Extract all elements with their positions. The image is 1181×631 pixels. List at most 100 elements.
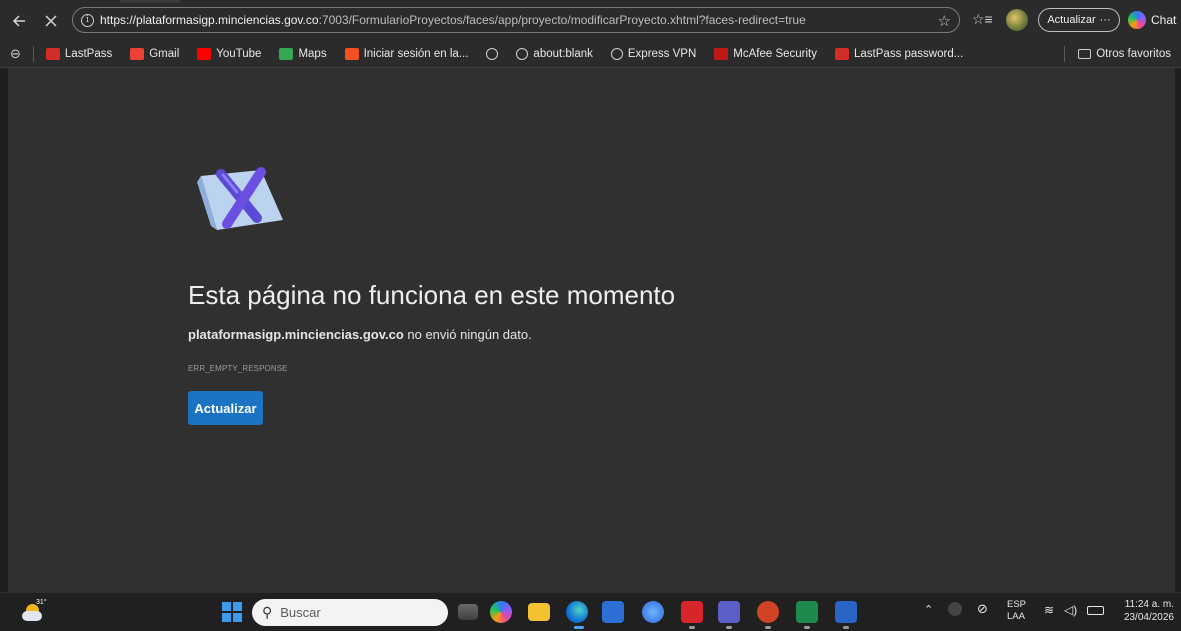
active-indicator — [574, 626, 584, 629]
acrobat-icon[interactable] — [681, 601, 703, 623]
bookmarks-bar: ⊖ LastPass Gmail YouTube Maps Iniciar sesión… — [0, 40, 1181, 68]
browser-toolbar: i https://plataformasigp.minciencias.gov… — [0, 0, 1181, 40]
tab-strip — [120, 0, 180, 3]
bookmark-item[interactable]: LastPass password... — [835, 47, 964, 60]
other-favorites-label: Otros favoritos — [1096, 48, 1171, 60]
url-text[interactable]: https://plataformasigp.minciencias.gov.c… — [100, 13, 806, 27]
copilot-icon — [1128, 11, 1146, 29]
wifi-icon[interactable]: ≋ — [1044, 603, 1054, 617]
globe-icon — [610, 47, 623, 60]
bookmark-item[interactable]: about:blank — [516, 47, 593, 60]
microphone-muted-icon[interactable]: ⊘ — [977, 601, 988, 617]
arrow-left-icon — [12, 15, 25, 27]
search-placeholder: Buscar — [280, 605, 321, 620]
more-icon: ··· — [1099, 14, 1111, 26]
reload-button[interactable]: Actualizar — [188, 391, 263, 425]
youtube-icon — [197, 47, 212, 60]
excel-icon[interactable] — [796, 601, 818, 623]
bookmark-label: LastPass — [64, 47, 113, 60]
url-path: :7003/FormularioProyectos/faces/app/proy… — [318, 13, 806, 27]
folder-icon — [1078, 49, 1092, 59]
edge-browser-icon[interactable] — [566, 601, 588, 623]
favorites-icon[interactable]: ☆≡ — [972, 11, 993, 28]
bookmark-item[interactable]: Gmail — [130, 47, 180, 60]
close-icon — [45, 15, 57, 27]
weather-temperature: 31° — [36, 599, 47, 606]
search-icon: ⚲ — [262, 604, 273, 620]
bookmark-label: Express VPN — [627, 47, 697, 60]
help-icon[interactable] — [642, 601, 664, 623]
lastpass-icon — [45, 47, 60, 60]
running-indicator — [765, 626, 771, 629]
chevron-up-icon[interactable]: ⌃ — [924, 603, 933, 616]
bookmark-label: LastPass password... — [854, 47, 964, 60]
bookmark-list: LastPass Gmail YouTube Maps Iniciar sesión e… — [45, 47, 981, 60]
divider — [1064, 46, 1066, 62]
copilot-chat-button[interactable]: Chat — [1128, 9, 1176, 31]
error-code: ERR_EMPTY_RESPONSE — [188, 364, 288, 373]
bookmark-label: Maps — [298, 47, 327, 60]
stop-loading-button[interactable] — [40, 10, 62, 32]
profile-avatar[interactable] — [1006, 9, 1028, 31]
keyboard-layout: LAA — [1007, 611, 1025, 622]
weather-widget[interactable]: 31° — [22, 599, 47, 623]
teams-icon[interactable] — [718, 601, 740, 623]
back-button[interactable] — [8, 10, 30, 32]
battery-icon[interactable] — [1087, 606, 1104, 615]
volume-icon[interactable]: ◁) — [1064, 603, 1077, 617]
microsoft-icon — [344, 47, 359, 60]
globe-icon — [486, 47, 499, 60]
bookmark-label: McAfee Security — [733, 47, 818, 60]
tray-app-icon[interactable] — [948, 602, 962, 616]
info-icon[interactable]: i — [81, 13, 94, 27]
start-button[interactable] — [222, 602, 242, 622]
bookmark-item[interactable]: Express VPN — [610, 47, 697, 60]
taskbar-search[interactable]: ⚲ Buscar — [252, 599, 448, 626]
clock[interactable]: 11:24 a. m. 23/04/2026 — [1114, 598, 1174, 624]
clock-date: 23/04/2026 — [1123, 612, 1174, 623]
file-explorer-icon[interactable] — [528, 603, 550, 621]
error-description: plataformasigp.minciencias.gov.co no env… — [188, 327, 532, 342]
running-indicator — [843, 626, 849, 629]
bookmark-item[interactable]: YouTube — [197, 47, 262, 60]
input-language[interactable]: ESP LAA — [1007, 599, 1026, 623]
split-screen-icon[interactable]: ⊖ — [10, 46, 21, 62]
gmail-icon — [130, 47, 145, 60]
error-title: Esta página no funciona en este momento — [188, 280, 676, 310]
running-indicator — [726, 626, 732, 629]
url-host: https://plataformasigp.minciencias.gov.c… — [100, 13, 319, 27]
maps-icon — [279, 47, 294, 60]
chat-label: Chat — [1151, 13, 1177, 27]
word-icon[interactable] — [835, 601, 857, 623]
taskbar: 31° ⚲ Buscar ⌃ ⊘ ESP LAA ≋ ◁) 11:24 a. m… — [0, 592, 1181, 631]
bookmark-label: about:blank — [533, 47, 593, 60]
broken-page-icon — [197, 167, 283, 230]
copilot-app-icon[interactable] — [490, 601, 512, 623]
address-bar[interactable]: i https://plataformasigp.minciencias.gov… — [72, 7, 960, 33]
cloud-icon — [22, 611, 42, 621]
running-indicator — [804, 626, 810, 629]
globe-icon — [516, 47, 529, 60]
bookmark-item[interactable]: LastPass — [45, 47, 113, 60]
bookmark-item[interactable]: Maps — [279, 47, 327, 60]
bookmark-item[interactable]: Iniciar sesión en la... — [344, 47, 469, 60]
clock-time: 11:24 a. m. — [1124, 599, 1174, 610]
update-browser-button[interactable]: Actualizar ··· — [1038, 8, 1120, 32]
bookmark-label: Gmail — [149, 47, 180, 60]
lastpass-icon — [835, 47, 850, 60]
error-host: plataformasigp.minciencias.gov.co — [188, 327, 404, 342]
update-label: Actualizar — [1047, 14, 1096, 26]
page-viewport — [8, 68, 1175, 592]
star-icon[interactable]: ☆ — [938, 12, 951, 30]
divider — [32, 45, 34, 62]
bookmark-item[interactable] — [486, 47, 499, 60]
bookmark-item[interactable]: McAfee Security — [714, 47, 818, 60]
powerpoint-icon[interactable] — [757, 601, 779, 623]
bookmark-label: Iniciar sesión en la... — [363, 47, 469, 60]
task-view-icon[interactable] — [458, 604, 478, 620]
language-code: ESP — [1007, 599, 1027, 610]
bookmark-label: YouTube — [216, 47, 262, 60]
other-favorites[interactable]: Otros favoritos — [1064, 46, 1171, 62]
store-icon[interactable] — [602, 601, 624, 623]
mcafee-icon — [714, 47, 729, 60]
